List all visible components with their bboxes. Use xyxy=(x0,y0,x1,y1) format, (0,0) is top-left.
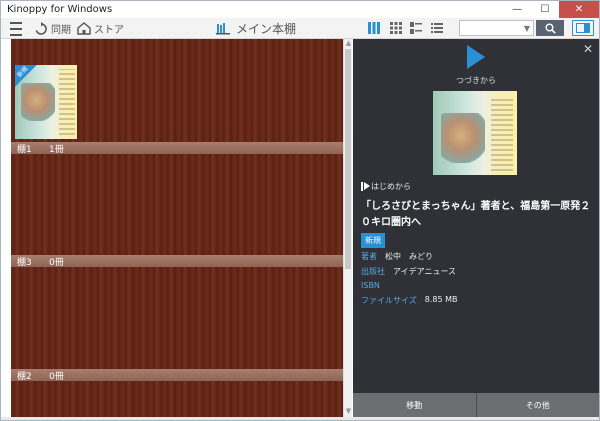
shelf-label-3: 棚3 0冊 xyxy=(11,255,343,268)
read-from-start-button[interactable]: はじめから xyxy=(361,181,411,192)
store-label: ストア xyxy=(94,25,124,36)
close-button[interactable]: ✕ xyxy=(559,1,599,18)
continue-label: つづきから xyxy=(456,76,496,85)
shelf-2[interactable] xyxy=(11,268,343,417)
shelf-1[interactable]: 新規 xyxy=(11,39,343,154)
shelf-name: 棚3 xyxy=(17,257,32,268)
status-strip xyxy=(1,417,599,420)
other-button[interactable]: その他 xyxy=(475,393,600,417)
store-button[interactable]: ストア xyxy=(77,18,124,39)
scroll-down-icon[interactable]: ▼ xyxy=(344,407,353,417)
bookshelf-icon xyxy=(216,23,230,35)
toolbar: 同期 ストア メイン本棚 ▼ xyxy=(1,18,599,39)
from-start-label: はじめから xyxy=(371,182,411,191)
play-icon xyxy=(467,45,485,69)
app-window: Kinoppy for Windows — ☐ ✕ 同期 ストア メイン本棚 ▼ xyxy=(0,0,600,421)
isbn-key: ISBN xyxy=(361,281,380,290)
book-detail-panel: ✕ つづきから はじめから 「しろさびとまっちゃん」著者と、福島第一原発２０キロ… xyxy=(353,39,599,417)
move-button[interactable]: 移動 xyxy=(353,393,476,417)
home-icon xyxy=(77,22,91,35)
grid-view-icon[interactable] xyxy=(389,21,403,35)
hamburger-icon xyxy=(10,21,22,24)
search-icon xyxy=(545,23,556,34)
book-cover[interactable]: 新規 xyxy=(15,65,77,139)
shelf-name: 棚1 xyxy=(17,144,32,155)
shelf-label-2: 棚2 0冊 xyxy=(11,369,343,382)
shelf-label-1: 棚1 1冊 xyxy=(11,142,343,155)
list-view-icon[interactable] xyxy=(430,21,444,35)
publisher-value: アイデアニュース xyxy=(393,267,457,276)
detail-list-view-icon[interactable] xyxy=(409,21,423,35)
sync-icon xyxy=(35,21,47,35)
maximize-button[interactable]: ☐ xyxy=(531,1,559,18)
publisher-row: 出版社 アイデアニュース xyxy=(361,266,456,277)
search-button[interactable] xyxy=(536,20,564,36)
shelf-name: 棚2 xyxy=(17,371,32,382)
bookshelf-area: 新規 棚1 1冊 棚3 0冊 棚2 0冊 xyxy=(11,39,343,417)
filesize-row: ファイルサイズ 8.85 MB xyxy=(361,295,458,306)
shelf-scrollbar[interactable]: ▲ ▼ xyxy=(343,39,352,417)
cover-image xyxy=(21,83,55,121)
detail-panel-toggle[interactable] xyxy=(572,20,594,36)
search-dropdown-icon[interactable]: ▼ xyxy=(524,24,530,33)
panel-icon xyxy=(576,23,590,33)
publisher-key: 出版社 xyxy=(361,267,385,276)
isbn-row: ISBN xyxy=(361,281,388,290)
filesize-value: 8.85 MB xyxy=(424,295,458,304)
author-row: 著者 松中 みどり xyxy=(361,251,433,262)
book-cover-large xyxy=(433,91,517,175)
window-controls: — ☐ ✕ xyxy=(503,1,599,18)
new-tag: 新規 xyxy=(361,233,385,248)
book-title: 「しろさびとまっちゃん」著者と、福島第一原発２０キロ圏内へ xyxy=(361,201,591,228)
scroll-thumb[interactable] xyxy=(345,49,351,269)
sync-button[interactable]: 同期 xyxy=(34,18,71,39)
continue-reading-button[interactable]: つづきから xyxy=(353,45,599,86)
menu-button[interactable] xyxy=(9,18,23,39)
shelf-3[interactable] xyxy=(11,154,343,268)
author-value: 松中 みどり xyxy=(385,252,433,261)
title-bar: Kinoppy for Windows — ☐ ✕ xyxy=(1,1,599,18)
new-badge: 新規 xyxy=(15,65,37,87)
sync-label: 同期 xyxy=(51,25,71,36)
search-input[interactable]: ▼ xyxy=(459,20,534,36)
window-title: Kinoppy for Windows xyxy=(7,4,113,15)
shelf-count: 0冊 xyxy=(49,371,64,382)
scroll-up-icon[interactable]: ▲ xyxy=(344,39,353,49)
minimize-button[interactable]: — xyxy=(503,1,531,18)
shelf-selector[interactable]: メイン本棚 xyxy=(216,18,296,39)
filesize-key: ファイルサイズ xyxy=(361,296,417,305)
shelf-view-icon[interactable] xyxy=(367,21,381,35)
shelf-count: 1冊 xyxy=(49,144,64,155)
skip-back-icon xyxy=(361,182,370,191)
panel-footer: 移動 その他 xyxy=(353,393,599,417)
author-key: 著者 xyxy=(361,252,377,261)
shelf-title: メイン本棚 xyxy=(236,22,297,36)
shelf-count: 0冊 xyxy=(49,257,64,268)
